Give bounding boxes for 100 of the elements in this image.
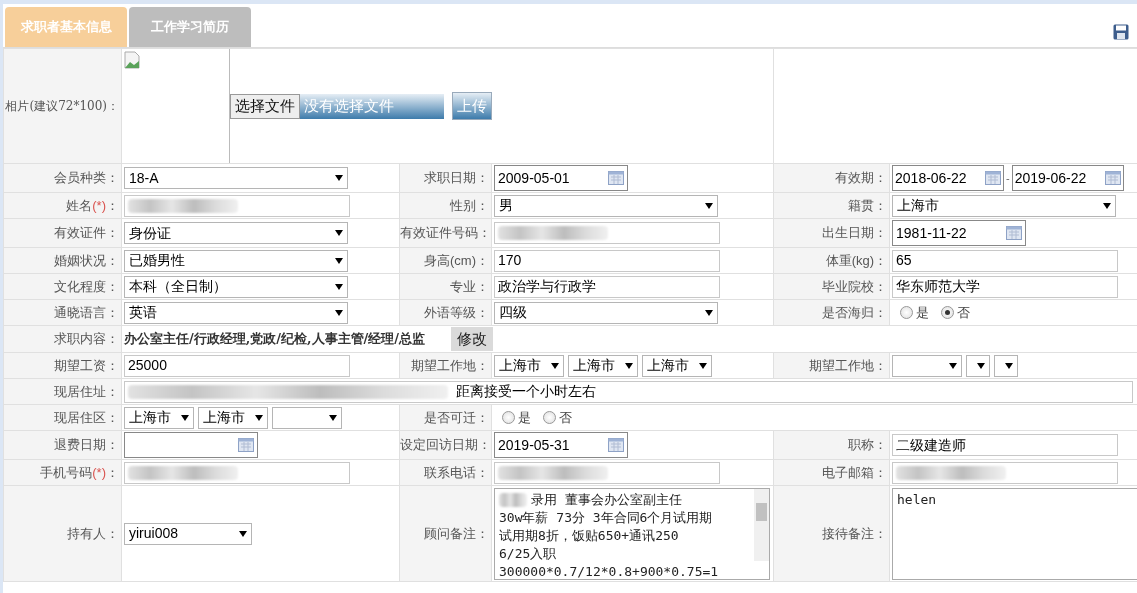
dropdown[interactable]: 上海市 (198, 406, 268, 429)
dropdown[interactable] (966, 354, 991, 377)
field-label: 求职日期： (424, 170, 489, 186)
field-label: 期望工作地： (411, 357, 489, 373)
date-field[interactable]: 2009-05-01 (494, 165, 628, 191)
caret-icon (335, 257, 343, 264)
field-label: 性别： (450, 197, 489, 213)
field-label: 婚姻状况： (54, 252, 119, 268)
field-label: 外语等级： (424, 304, 489, 320)
scrollbar[interactable] (754, 488, 769, 561)
input-field[interactable]: 华东师范大学 (892, 275, 1119, 298)
field-label: 电子邮箱： (822, 464, 888, 480)
caret-icon (705, 309, 713, 316)
input-field[interactable]: 25000 (124, 354, 350, 377)
calendar-icon (985, 171, 1002, 185)
text-area[interactable]: 录用 董事会办公室副主任 30w年薪 73分 3年合同6个月试用期 试用期8折，饭贴650+通讯250 6/25入职 300000*0.7/12*0.8+900*0.75=1 (494, 487, 770, 580)
field-label: 退费日期： (54, 437, 119, 453)
input-field[interactable]: 政治学与行政学 (494, 275, 720, 298)
text-area[interactable]: helen (892, 487, 1137, 580)
dropdown[interactable]: 英语 (124, 301, 348, 324)
edit-button[interactable]: 修改 (451, 327, 494, 351)
caret-icon (335, 283, 343, 290)
date-field[interactable] (124, 432, 258, 458)
date-field[interactable]: 2019-05-31 (494, 432, 628, 458)
note-line: 6/25入职 (499, 544, 557, 563)
input-field[interactable]: 170 (494, 249, 720, 272)
note-line: helen (897, 490, 937, 509)
caret-icon (181, 414, 189, 421)
field-label: 体重(kg)： (825, 252, 888, 268)
field-label: 现居住址： (54, 383, 119, 399)
dropdown[interactable] (994, 354, 1019, 377)
input-field[interactable]: 65 (892, 249, 1119, 272)
caret-icon (625, 362, 633, 369)
dropdown[interactable]: 上海市 (642, 354, 712, 377)
field-label: 联系电话： (424, 464, 489, 480)
field-label: 通晓语言： (54, 304, 119, 320)
caret-icon (705, 202, 713, 209)
field-label: 有效证件号码： (400, 225, 491, 241)
input-field[interactable] (124, 194, 350, 217)
input-field[interactable]: 二级建造师 (892, 434, 1119, 456)
save-icon[interactable] (1113, 24, 1129, 40)
field-label: 是否可迁： (424, 409, 489, 425)
caret-icon (1005, 362, 1014, 369)
broken-image-icon (124, 51, 140, 69)
field-label: 职称： (848, 437, 888, 453)
choose-file-button[interactable]: 选择文件 (230, 93, 300, 119)
caret-icon (699, 362, 707, 369)
input-field[interactable] (494, 222, 720, 244)
dropdown[interactable]: 身份证 (124, 222, 348, 244)
field-label: 身高(cm)： (424, 252, 489, 268)
date-field[interactable]: 2018-06-22 (892, 165, 1005, 191)
range-separator: - (1006, 170, 1010, 186)
field-label: 接待备注： (822, 525, 888, 541)
calendar-icon (608, 438, 624, 452)
caret-icon (329, 414, 337, 421)
field-label: 有效期： (835, 170, 888, 186)
job-categories: 办公室主任/行政经理,党政/纪检,人事主管/经理/总监 (124, 330, 426, 349)
date-field[interactable]: 2019-06-22 (1011, 165, 1124, 191)
field-label: 期望工作地： (809, 357, 888, 373)
input-field[interactable] (124, 461, 350, 484)
blurred-text (499, 492, 527, 507)
date-field[interactable]: 1981-11-22 (892, 220, 1027, 246)
dropdown[interactable]: 男 (494, 194, 718, 217)
field-label: 现居住区： (54, 409, 119, 425)
caret-icon (949, 362, 958, 369)
dropdown[interactable]: 上海市 (892, 194, 1117, 217)
dropdown[interactable]: 已婚男性 (124, 249, 348, 272)
caret-icon (1103, 202, 1112, 209)
radio-option[interactable]: 否 (941, 302, 971, 323)
input-field[interactable] (892, 461, 1119, 484)
input-field[interactable]: 距离接受一个小时左右 (124, 380, 1133, 403)
field-label: 求职内容： (54, 331, 119, 347)
dropdown[interactable]: yirui008 (124, 522, 252, 545)
dropdown[interactable]: 四级 (494, 301, 718, 324)
field-label: 专业： (450, 278, 489, 294)
radio-option[interactable]: 是 (502, 407, 531, 428)
note-line: 试用期8折，饭贴650+通讯250 (499, 526, 679, 545)
caret-icon (239, 530, 247, 537)
field-label: 文化程度： (54, 278, 119, 294)
radio-option[interactable]: 否 (543, 407, 572, 428)
dropdown[interactable]: 本科（全日制） (124, 275, 348, 298)
input-field[interactable] (494, 461, 720, 484)
calendar-icon (238, 438, 254, 452)
dropdown[interactable]: 上海市 (124, 406, 194, 429)
field-label: 期望工资： (54, 357, 119, 373)
field-label: 手机号码(*)： (40, 464, 119, 480)
dropdown[interactable]: 上海市 (568, 354, 638, 377)
calendar-icon (608, 171, 624, 185)
field-label: 设定回访日期： (400, 437, 491, 453)
field-label: 毕业院校： (822, 278, 888, 294)
field-label: 持有人： (67, 525, 119, 541)
radio-option[interactable]: 是 (900, 302, 930, 323)
dropdown[interactable]: 上海市 (494, 354, 564, 377)
note-line: 录用 董事会办公室副主任 (531, 490, 682, 509)
dropdown[interactable]: 18-A (124, 167, 348, 189)
caret-icon (255, 414, 263, 421)
file-status: 没有选择文件 (300, 93, 444, 119)
field-label: 有效证件： (54, 225, 119, 241)
note-line: 30w年薪 73分 3年合同6个月试用期 (499, 508, 713, 527)
caret-icon (335, 175, 343, 181)
